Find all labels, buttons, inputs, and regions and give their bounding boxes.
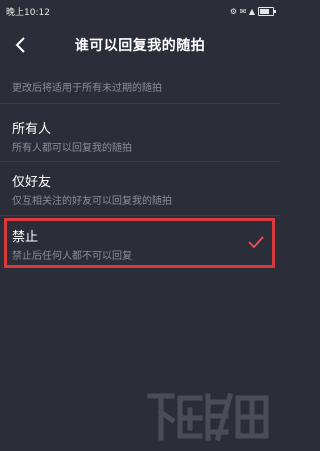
- divider: [0, 161, 280, 162]
- option-friends-only[interactable]: 仅好友 仅互相关注的好友可以回复我的随拍: [0, 163, 280, 213]
- status-time: 晚上10:12: [6, 7, 50, 18]
- option-everyone[interactable]: 所有人 所有人都可以回复我的随拍: [0, 110, 280, 160]
- page-title: 谁可以回复我的随拍: [74, 38, 206, 54]
- status-bar: 晚上10:12 ⚙ ✉ ▲: [0, 0, 280, 22]
- divider: [0, 215, 280, 216]
- chevron-left-icon: [15, 37, 25, 53]
- option-desc: 所有人都可以回复我的随拍: [12, 143, 132, 154]
- status-indicators: ⚙ ✉ ▲: [229, 6, 276, 16]
- check-icon: [248, 236, 264, 248]
- watermark-logo: [147, 392, 269, 442]
- option-desc: 仅互相关注的好友可以回复我的随拍: [12, 196, 172, 207]
- hint-text: 更改后将适用于所有未过期的随拍: [12, 83, 162, 94]
- option-label: 仅好友: [12, 175, 52, 190]
- back-button[interactable]: [8, 32, 34, 58]
- notification-icons: ⚙ ✉ ▲: [229, 6, 255, 16]
- highlight-box: [4, 218, 275, 268]
- divider: [0, 103, 280, 104]
- header: 谁可以回复我的随拍: [0, 22, 280, 68]
- option-label: 所有人: [12, 122, 52, 137]
- battery-icon: [258, 6, 276, 16]
